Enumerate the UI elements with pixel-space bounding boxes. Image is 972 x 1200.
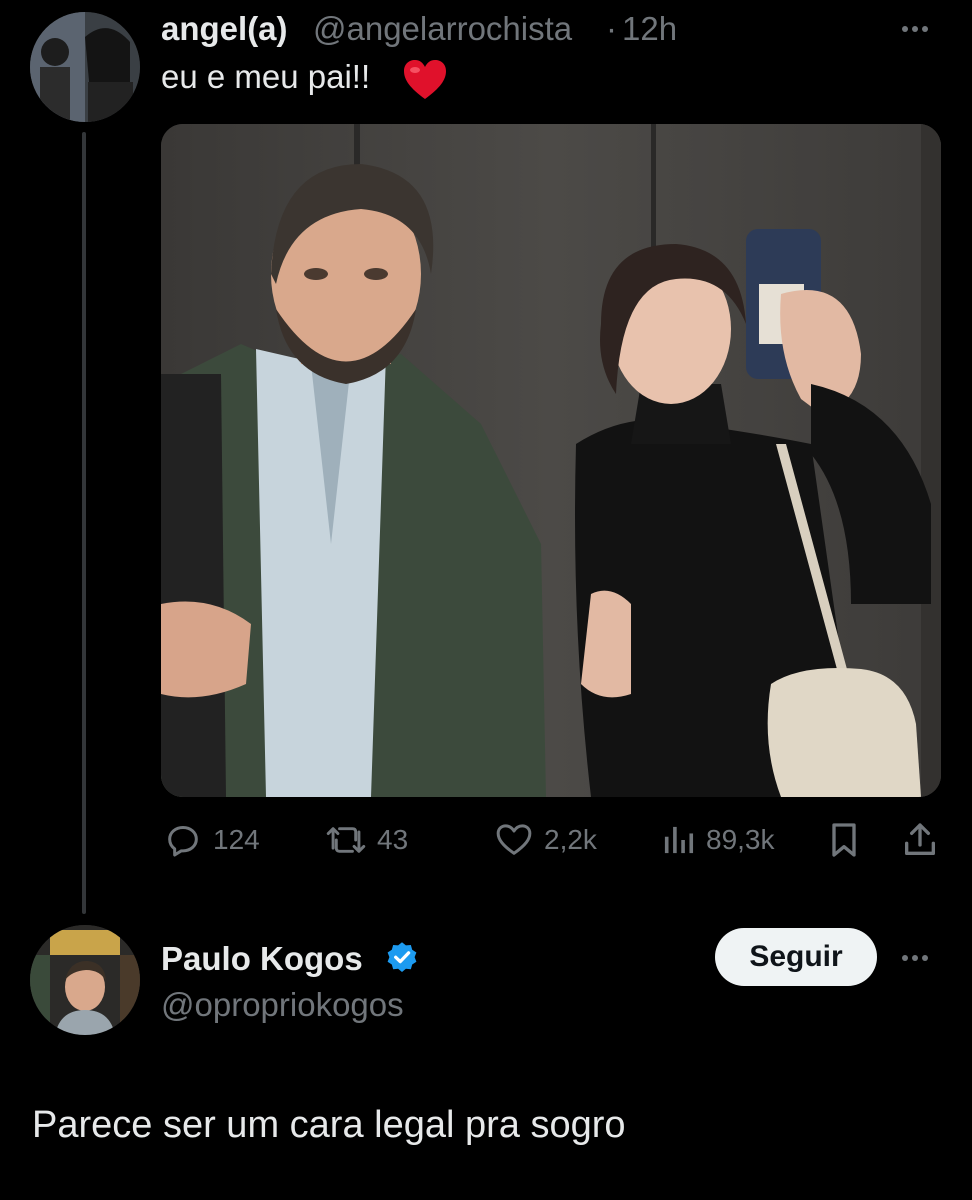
- views-count: 89,3k: [706, 824, 775, 855]
- share-icon: [905, 823, 935, 855]
- red-heart-icon: [402, 58, 448, 102]
- meta-separator: ·: [606, 10, 617, 47]
- tweet-timestamp[interactable]: 12h: [622, 10, 677, 48]
- like-button[interactable]: 2,2k: [494, 820, 597, 860]
- retweet-count: 43: [377, 824, 409, 855]
- tweet-photo[interactable]: [161, 124, 941, 797]
- author-avatar[interactable]: [30, 12, 140, 122]
- reply-icon: [168, 826, 198, 857]
- share-button[interactable]: [900, 820, 940, 860]
- heart-icon: [496, 824, 532, 855]
- bookmark-icon: [832, 823, 856, 857]
- reply-author-handle[interactable]: @opropriokogos: [161, 986, 404, 1024]
- retweet-button[interactable]: 43: [325, 820, 408, 860]
- author-handle[interactable]: @angelarrochista: [313, 10, 572, 48]
- more-options-icon[interactable]: [902, 26, 928, 32]
- reply-text: Parece ser um cara legal pra sogro: [32, 1104, 626, 1146]
- reply-author-avatar[interactable]: [30, 925, 140, 1035]
- views-icon: [664, 826, 694, 854]
- bookmark-button[interactable]: [826, 820, 862, 860]
- thread-connector-line: [82, 132, 86, 914]
- views-button[interactable]: 89,3k: [660, 820, 775, 860]
- reply-author-name[interactable]: Paulo Kogos: [161, 940, 363, 978]
- like-count: 2,2k: [544, 824, 597, 855]
- more-options-icon[interactable]: [902, 955, 928, 961]
- author-name[interactable]: angel(a): [161, 10, 288, 48]
- retweet-icon: [326, 827, 366, 853]
- reply-button[interactable]: 124: [163, 820, 260, 860]
- verified-badge-icon: [384, 940, 420, 976]
- follow-button[interactable]: Seguir: [715, 928, 877, 986]
- tweet-text: eu e meu pai!!: [161, 58, 371, 95]
- reply-count: 124: [213, 824, 260, 855]
